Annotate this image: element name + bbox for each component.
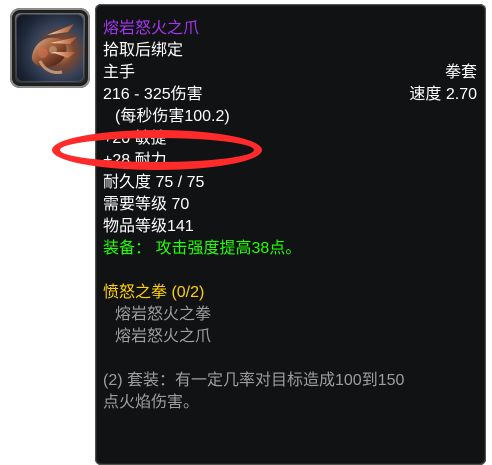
dps-text: (每秒伤害100.2): [115, 108, 230, 125]
item-icon-frame: [10, 8, 90, 88]
set-spacer: [103, 348, 477, 370]
set-title: 愤怒之拳 (0/2): [103, 284, 205, 301]
equip-effect-text: 装备： 攻击强度提高38点。: [103, 240, 302, 257]
slot-text: 主手: [103, 64, 136, 81]
set-item-1: 熔岩怒火之拳: [115, 306, 212, 323]
gauntlet-icon: [16, 14, 84, 82]
set-bonus-line-1: (2) 套装：有一定几率对目标造成100到150: [103, 372, 405, 389]
durability-text: 耐久度 75 / 75: [103, 174, 205, 191]
speed-text: 速度 2.70: [409, 86, 477, 103]
tooltip-content: 熔岩怒火之爪 拾取后绑定 主手 拳套 216 - 325伤害 速度 2.70 (…: [103, 18, 477, 414]
damage-text: 216 - 325伤害: [103, 86, 203, 103]
item-level-text: 物品等级141: [103, 218, 194, 235]
agility-stat: +20 敏捷: [103, 130, 167, 147]
weapon-type: 拳套: [444, 64, 477, 81]
bind-text: 拾取后绑定: [103, 42, 184, 59]
damage-row: 216 - 325伤害 速度 2.70: [103, 84, 477, 106]
required-level-text: 需要等级 70: [103, 196, 190, 213]
set-bonus-line-2: 点火焰伤害。: [103, 394, 200, 411]
stamina-stat: +28 耐力: [103, 152, 167, 169]
slot-row: 主手 拳套: [103, 62, 477, 84]
item-tooltip-screen: 熔岩怒火之爪 拾取后绑定 主手 拳套 216 - 325伤害 速度 2.70 (…: [0, 0, 492, 465]
item-name: 熔岩怒火之爪: [103, 20, 200, 37]
item-tooltip: 熔岩怒火之爪 拾取后绑定 主手 拳套 216 - 325伤害 速度 2.70 (…: [95, 4, 486, 465]
set-item-2: 熔岩怒火之爪: [115, 328, 212, 345]
